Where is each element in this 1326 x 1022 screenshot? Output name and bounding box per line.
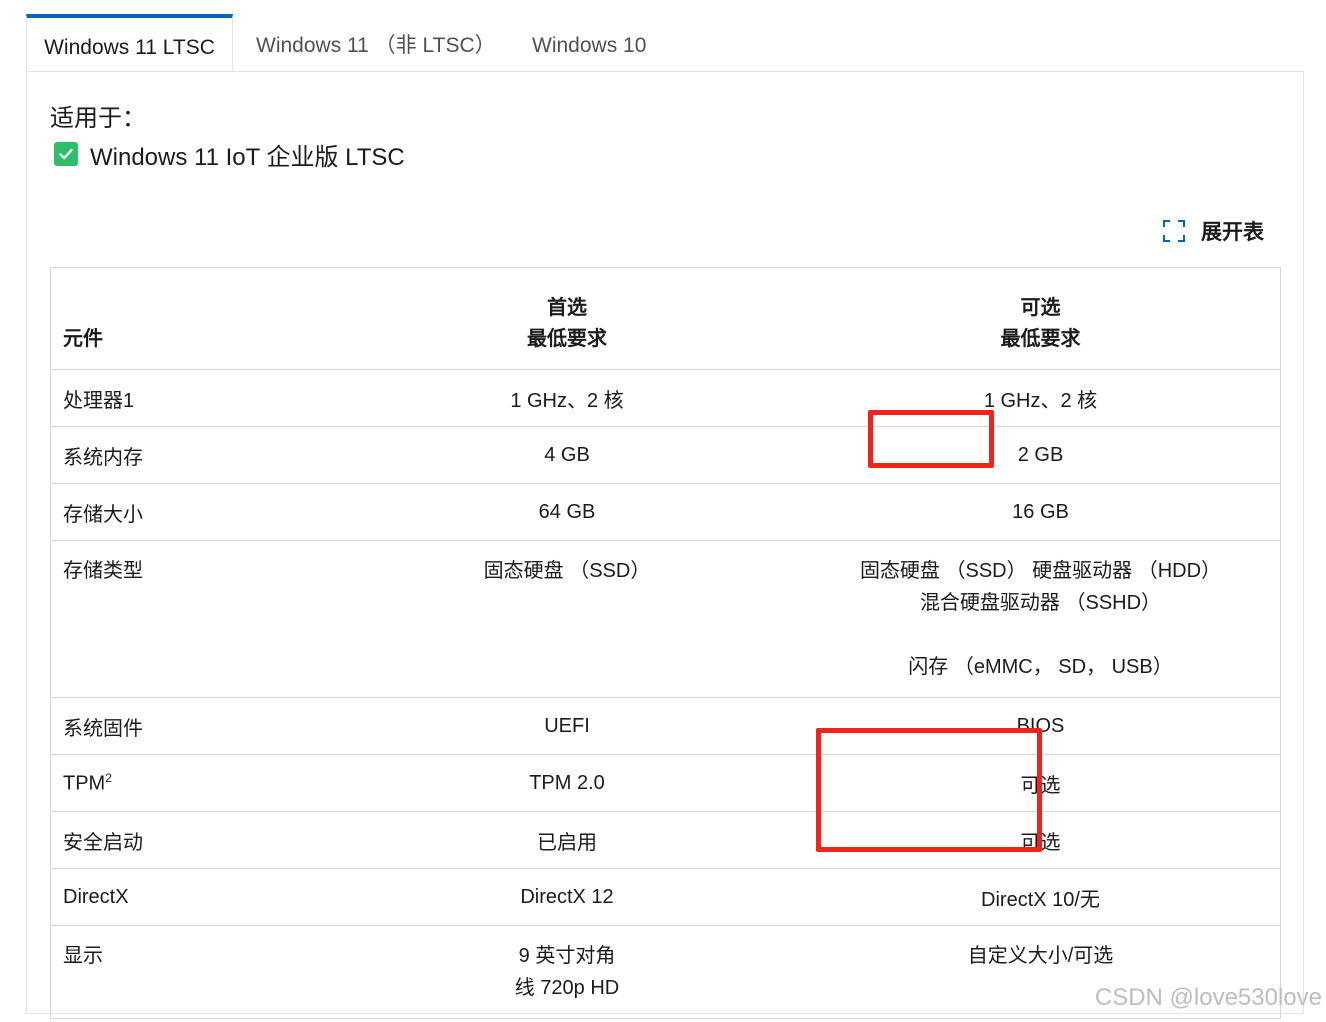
watermark: CSDN @love530love xyxy=(1094,984,1322,1011)
tab-windows-10[interactable]: Windows 10 xyxy=(532,14,646,71)
tab-windows-11-non-ltsc[interactable]: Windows 11 （非 LTSC） xyxy=(256,14,496,71)
header-optional-line1: 可选 xyxy=(1020,297,1061,319)
cell-component: 系统固件 xyxy=(50,697,333,755)
cell-component: 存储大小 xyxy=(50,483,333,541)
checkmark-icon xyxy=(54,142,78,166)
requirements-table: 元件 首选 最低要求 可选 最低要求 处理器1 1 GHz、2 核 1 GHz、… xyxy=(50,267,1281,1019)
cell-line: 9 英寸对角 xyxy=(518,945,616,967)
table-row-storage-type: 存储类型 固态硬盘 （SSD） 固态硬盘 （SSD） 硬盘驱动器 （HDD） 混… xyxy=(50,540,1281,698)
cell-preferred: 1 GHz、2 核 xyxy=(333,369,801,427)
cell-preferred: TPM 2.0 xyxy=(333,754,801,812)
cell-component: TPM2 xyxy=(50,754,333,812)
cell-component: 安全启动 xyxy=(50,811,333,869)
header-preferred-line1: 首选 xyxy=(547,297,587,319)
cell-optional: 固态硬盘 （SSD） 硬盘驱动器 （HDD） 混合硬盘驱动器 （SSHD） 闪存… xyxy=(801,540,1281,698)
cell-component: 显示 xyxy=(50,925,333,1019)
table-row-memory: 系统内存 4 GB 2 GB xyxy=(50,426,1281,484)
cell-preferred: UEFI xyxy=(333,697,801,755)
cell-line: 固态硬盘 （SSD） 硬盘驱动器 （HDD） xyxy=(859,560,1222,582)
cell-component-text: TPM xyxy=(63,772,106,795)
applies-to-item: Windows 11 IoT 企业版 LTSC xyxy=(54,138,405,171)
applies-to-title: 适用于： xyxy=(50,105,146,132)
header-optional: 可选 最低要求 xyxy=(801,267,1281,370)
table-row-secure-boot: 安全启动 已启用 可选 xyxy=(50,811,1281,869)
expand-table-label: 展开表 xyxy=(1201,221,1264,244)
cell-component: 系统内存 xyxy=(50,426,333,484)
table-row-directx: DirectX DirectX 12 DirectX 10/无 xyxy=(50,868,1281,926)
cell-line: 闪存 （eMMC， SD， USB） xyxy=(908,656,1173,678)
footnote-link[interactable]: 2 xyxy=(105,771,112,785)
highlight-box-tpm-secure-boot xyxy=(816,728,1042,852)
highlight-box-memory xyxy=(868,410,994,468)
cell-preferred: 4 GB xyxy=(333,426,801,484)
header-preferred: 首选 最低要求 xyxy=(333,267,801,370)
tab-bar: Windows 11 LTSC Windows 11 （非 LTSC） Wind… xyxy=(26,14,1304,71)
cell-preferred: 固态硬盘 （SSD） xyxy=(333,540,801,698)
cell-optional: 16 GB xyxy=(801,483,1281,541)
cell-component: 处理器1 xyxy=(50,369,333,427)
table-row-tpm: TPM2 TPM 2.0 可选 xyxy=(50,754,1281,812)
cell-preferred: DirectX 12 xyxy=(333,868,801,926)
cell-preferred: 已启用 xyxy=(333,811,801,869)
cell-line-blank xyxy=(813,619,1268,651)
table-header-row: 元件 首选 最低要求 可选 最低要求 xyxy=(50,267,1281,370)
header-preferred-line2: 最低要求 xyxy=(527,328,607,350)
table-row-storage-size: 存储大小 64 GB 16 GB xyxy=(50,483,1281,541)
header-component: 元件 xyxy=(50,267,333,370)
cell-preferred: 9 英寸对角 线 720p HD xyxy=(333,925,801,1019)
cell-line: 线 720p HD xyxy=(514,977,620,999)
expand-icon xyxy=(1163,220,1185,242)
cell-line: 混合硬盘驱动器 （SSHD） xyxy=(919,592,1162,614)
cell-component: 存储类型 xyxy=(50,540,333,698)
cell-component: DirectX xyxy=(50,868,333,926)
tab-windows-11-ltsc[interactable]: Windows 11 LTSC xyxy=(26,14,233,71)
table-row-firmware: 系统固件 UEFI BIOS xyxy=(50,697,1281,755)
cell-preferred: 64 GB xyxy=(333,483,801,541)
applies-to-label: Windows 11 IoT 企业版 LTSC xyxy=(90,143,405,171)
table-row-processor: 处理器1 1 GHz、2 核 1 GHz、2 核 xyxy=(50,369,1281,427)
expand-table-button[interactable]: 展开表 xyxy=(1163,216,1264,246)
cell-optional: DirectX 10/无 xyxy=(801,868,1281,926)
header-optional-line2: 最低要求 xyxy=(1000,328,1081,350)
